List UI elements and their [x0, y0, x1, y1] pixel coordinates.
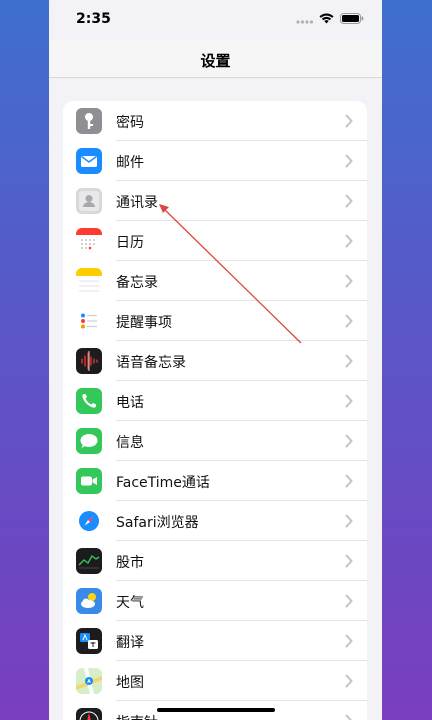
settings-row-label: 日历	[116, 235, 144, 251]
messages-icon	[76, 428, 102, 454]
settings-row-notes[interactable]: 备忘录	[63, 261, 367, 301]
settings-row-facetime[interactable]: FaceTime通话	[63, 461, 367, 501]
chevron-right-icon	[345, 634, 353, 648]
settings-screen: 2:35 设置 密码 邮件 通讯录 日历 备忘录 提醒事项 语音备忘录 电话 信…	[49, 0, 382, 720]
translate-icon	[76, 628, 102, 654]
chevron-right-icon	[345, 394, 353, 408]
phone-icon	[76, 388, 102, 414]
page-title: 设置	[200, 52, 231, 70]
settings-row-stocks[interactable]: 股市	[63, 541, 367, 581]
settings-row-label: 密码	[116, 115, 144, 131]
settings-row-calendar[interactable]: 日历	[63, 221, 367, 261]
settings-row-label: 信息	[116, 435, 144, 451]
settings-row-label: 备忘录	[116, 275, 158, 291]
maps-icon	[76, 668, 102, 694]
calendar-icon	[76, 228, 102, 254]
settings-row-label: 天气	[116, 595, 144, 611]
battery-icon	[340, 13, 364, 24]
settings-row-label: 地图	[116, 675, 144, 691]
chevron-right-icon	[345, 594, 353, 608]
compass-icon	[76, 708, 102, 720]
status-icons	[296, 13, 364, 24]
home-indicator[interactable]	[157, 708, 275, 712]
settings-row-reminders[interactable]: 提醒事项	[63, 301, 367, 341]
safari-icon	[76, 508, 102, 534]
settings-row-label: 通讯录	[116, 195, 158, 211]
notes-icon	[76, 268, 102, 294]
wifi-icon	[319, 13, 334, 24]
status-time: 2:35	[76, 11, 111, 27]
settings-row-messages[interactable]: 信息	[63, 421, 367, 461]
settings-row-maps[interactable]: 地图	[63, 661, 367, 701]
settings-row-label: 电话	[116, 395, 144, 411]
mail-icon	[76, 148, 102, 174]
settings-row-label: Safari浏览器	[116, 515, 199, 531]
reminders-icon	[76, 308, 102, 334]
navigation-bar: 设置	[49, 40, 382, 78]
settings-list: 密码 邮件 通讯录 日历 备忘录 提醒事项 语音备忘录 电话 信息 FaceTi…	[63, 101, 367, 720]
chevron-right-icon	[345, 674, 353, 688]
voice-memos-icon	[76, 348, 102, 374]
chevron-right-icon	[345, 474, 353, 488]
signal-icon	[296, 19, 313, 24]
settings-row-contacts[interactable]: 通讯录	[63, 181, 367, 221]
settings-row-safari[interactable]: Safari浏览器	[63, 501, 367, 541]
chevron-right-icon	[345, 114, 353, 128]
chevron-right-icon	[345, 194, 353, 208]
settings-row-label: FaceTime通话	[116, 475, 210, 491]
settings-row-label: 语音备忘录	[116, 355, 186, 371]
chevron-right-icon	[345, 434, 353, 448]
weather-icon	[76, 588, 102, 614]
settings-row-label: 股市	[116, 555, 144, 571]
chevron-right-icon	[345, 234, 353, 248]
chevron-right-icon	[345, 554, 353, 568]
settings-row-label: 指南针	[116, 712, 158, 720]
settings-row-label: 翻译	[116, 635, 144, 651]
settings-row-translate[interactable]: 翻译	[63, 621, 367, 661]
contacts-icon	[76, 188, 102, 214]
key-icon	[76, 108, 102, 134]
chevron-right-icon	[345, 274, 353, 288]
chevron-right-icon	[345, 714, 352, 720]
settings-row-phone[interactable]: 电话	[63, 381, 367, 421]
status-bar: 2:35	[49, 0, 382, 40]
chevron-right-icon	[345, 514, 353, 528]
facetime-icon	[76, 468, 102, 494]
settings-row-weather[interactable]: 天气	[63, 581, 367, 621]
settings-row-voice-memos[interactable]: 语音备忘录	[63, 341, 367, 381]
chevron-right-icon	[345, 314, 353, 328]
settings-row-passwords[interactable]: 密码	[63, 101, 367, 141]
chevron-right-icon	[345, 354, 353, 368]
settings-row-label: 邮件	[116, 155, 144, 171]
settings-row-mail[interactable]: 邮件	[63, 141, 367, 181]
chevron-right-icon	[345, 154, 353, 168]
stocks-icon	[76, 548, 102, 574]
settings-row-label: 提醒事项	[116, 315, 172, 331]
